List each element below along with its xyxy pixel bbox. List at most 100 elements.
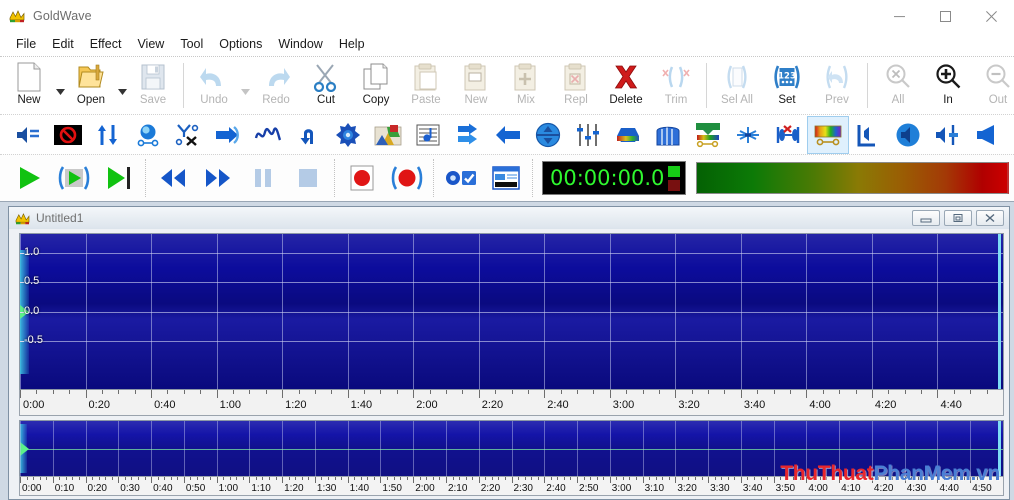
dynamics-arrows-icon[interactable] xyxy=(88,117,128,153)
new-file-button[interactable]: New xyxy=(4,57,54,114)
pause-button[interactable] xyxy=(240,158,285,198)
speaker-round-icon[interactable] xyxy=(888,117,928,153)
left-arrow-icon[interactable] xyxy=(488,117,528,153)
gear-compressor-icon[interactable] xyxy=(328,117,368,153)
volume-slider-icon[interactable] xyxy=(928,117,968,153)
menu-edit[interactable]: Edit xyxy=(44,34,82,55)
document-close-icon[interactable] xyxy=(976,210,1004,226)
copy-button[interactable]: Copy xyxy=(351,57,401,114)
overview-minor-tick xyxy=(465,477,467,480)
minimize-icon[interactable] xyxy=(876,0,922,32)
offset-arrow-icon[interactable] xyxy=(208,117,248,153)
overview-minor-tick xyxy=(295,477,297,480)
record-button[interactable] xyxy=(339,158,384,198)
replace-button[interactable]: Repl xyxy=(551,57,601,114)
flange-arrows-icon[interactable] xyxy=(448,117,488,153)
overview-waveform[interactable] xyxy=(19,420,1004,476)
reverb-gate-icon[interactable] xyxy=(648,117,688,153)
menu-window[interactable]: Window xyxy=(270,34,330,55)
invert-u-turn-icon[interactable] xyxy=(288,117,328,153)
waveform-display[interactable]: 1.0 0.5 0.0 -0.5 xyxy=(19,233,1004,390)
ruler-minor-tick xyxy=(790,390,792,394)
undo-dropdown[interactable] xyxy=(239,57,251,114)
record-settings-button[interactable] xyxy=(438,158,483,198)
rainbow-spectrum-icon[interactable] xyxy=(807,115,849,154)
record-selection-button[interactable] xyxy=(384,158,429,198)
document-minimize-icon[interactable] xyxy=(912,210,940,226)
noise-reduce-icon[interactable] xyxy=(728,117,768,153)
menu-file[interactable]: File xyxy=(8,34,44,55)
open-file-dropdown[interactable] xyxy=(116,57,128,114)
document-restore-icon[interactable] xyxy=(944,210,972,226)
overview-minor-tick xyxy=(845,477,847,480)
redo-button[interactable]: Redo xyxy=(251,57,301,114)
overview-minor-tick xyxy=(59,477,61,480)
zoom-in-button[interactable]: In xyxy=(923,57,973,114)
color-palette-icon[interactable] xyxy=(368,117,408,153)
control-properties-button[interactable] xyxy=(483,158,528,198)
menu-effect[interactable]: Effect xyxy=(82,34,130,55)
overview-time-ruler[interactable]: 0:00 0:10 0:20 0:30 0:40 0:50 1:00 1:10 1:20 1:30… xyxy=(19,476,1004,496)
zoom-all-button[interactable]: All xyxy=(873,57,923,114)
mix-button[interactable]: Mix xyxy=(501,57,551,114)
overview-time-label: 4:30 xyxy=(906,483,927,494)
paste-button[interactable]: Paste xyxy=(401,57,451,114)
stop-button[interactable] xyxy=(285,158,330,198)
zoom-out-button[interactable]: Out xyxy=(973,57,1014,114)
maximize-icon[interactable] xyxy=(922,0,968,32)
menu-tool[interactable]: Tool xyxy=(172,34,211,55)
ruler-minor-tick xyxy=(69,390,71,394)
pop-click-remove-icon[interactable] xyxy=(768,117,808,153)
speaker-blue-icon[interactable] xyxy=(968,117,1008,153)
set-selection-button[interactable]: 123 Set xyxy=(762,57,812,114)
bandpass-icon[interactable] xyxy=(608,117,648,153)
ruler-major-tick xyxy=(282,390,284,398)
overview-major-tick xyxy=(708,477,710,483)
waveform-shape-icon[interactable] xyxy=(248,117,288,153)
menu-view[interactable]: View xyxy=(129,34,172,55)
select-all-button[interactable]: Sel All xyxy=(712,57,762,114)
open-file-label: Open xyxy=(76,94,106,106)
channel-left-icon[interactable] xyxy=(848,117,888,153)
pitch-updown-icon[interactable] xyxy=(528,117,568,153)
menu-help[interactable]: Help xyxy=(331,34,373,55)
equalizer-sliders-icon[interactable] xyxy=(568,117,608,153)
new-file-dropdown[interactable] xyxy=(54,57,66,114)
overview-major-tick xyxy=(85,477,87,483)
overview-cursor-marker[interactable] xyxy=(20,441,29,456)
open-file-button[interactable]: Open xyxy=(66,57,116,114)
overview-gridline xyxy=(544,421,546,476)
play-to-end-button[interactable] xyxy=(96,158,141,198)
overview-minor-tick xyxy=(596,477,598,480)
trim-button[interactable]: Trim xyxy=(651,57,701,114)
paste-new-button[interactable]: New xyxy=(451,57,501,114)
undo-button[interactable]: Undo xyxy=(189,57,239,114)
delete-button[interactable]: Delete xyxy=(601,57,651,114)
previous-selection-button[interactable]: Prev xyxy=(812,57,862,114)
music-note-icon[interactable] xyxy=(408,117,448,153)
overview-gridline xyxy=(380,421,382,476)
overview-major-tick xyxy=(118,477,120,483)
filter-xy-icon[interactable] xyxy=(168,117,208,153)
fast-forward-button[interactable] xyxy=(195,158,240,198)
rewind-button[interactable] xyxy=(150,158,195,198)
close-icon[interactable] xyxy=(968,0,1014,32)
spectrum-filter-icon[interactable] xyxy=(688,117,728,153)
ruler-time-label: 4:00 xyxy=(809,399,831,411)
play-selection-button[interactable] xyxy=(51,158,96,198)
overview-major-tick xyxy=(577,477,579,483)
select-all-label: Sel All xyxy=(721,94,753,106)
menu-options[interactable]: Options xyxy=(211,34,270,55)
document-title: Untitled1 xyxy=(36,211,84,225)
clipboard-replace-icon xyxy=(563,61,589,93)
waveform-time-ruler[interactable]: 0:00 0:20 0:40 1:00 1:20 1:40 2:00 2:20 2:40 3:00… xyxy=(19,390,1004,416)
clipboard-new-icon xyxy=(463,61,489,93)
save-file-button[interactable]: Save xyxy=(128,57,178,114)
play-button[interactable] xyxy=(6,158,51,198)
volume-level-icon[interactable] xyxy=(8,117,48,153)
overview-minor-tick xyxy=(629,477,631,480)
mute-silence-icon[interactable] xyxy=(48,117,88,153)
overview-major-tick xyxy=(937,477,939,483)
cut-button[interactable]: Cut xyxy=(301,57,351,114)
echo-sphere-icon[interactable] xyxy=(128,117,168,153)
